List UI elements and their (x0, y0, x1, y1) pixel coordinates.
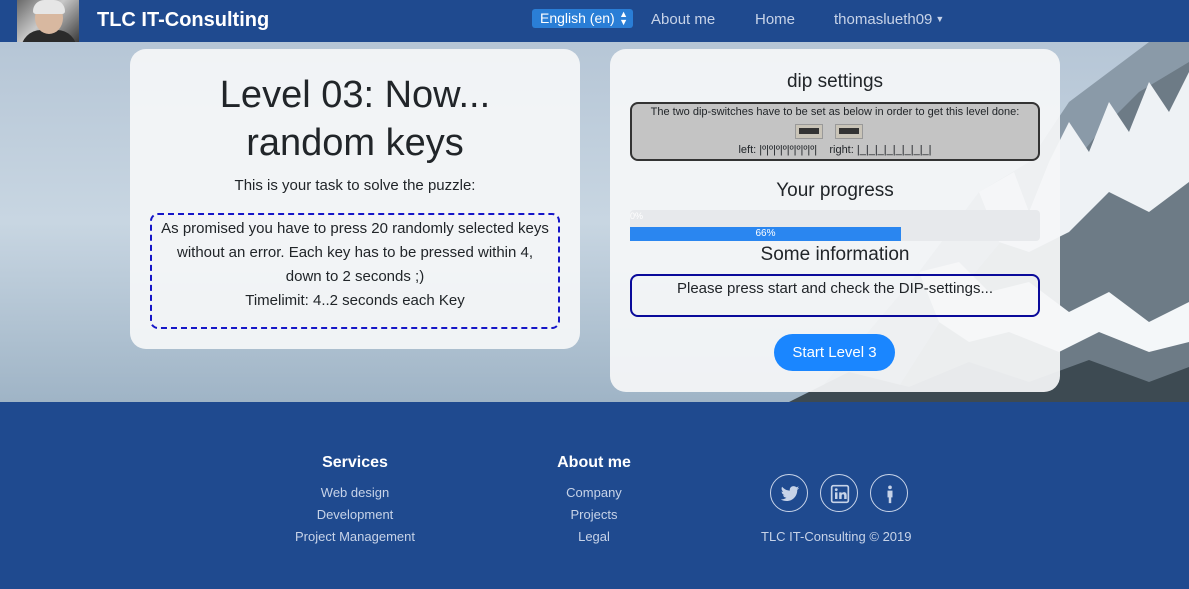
dip-values: left: |º|º|º|º|º|º|º|º| right: |_|_|_|_|… (632, 144, 1038, 156)
nav-link-home[interactable]: Home (755, 11, 795, 28)
profile-photo[interactable] (17, 0, 79, 42)
info-message-box: Please press start and check the DIP-set… (630, 274, 1040, 317)
user-menu[interactable]: thomaslueth09 ▼ (834, 11, 944, 28)
progress-title: Your progress (776, 180, 894, 201)
level-title: Level 03: Now... random keys (130, 71, 580, 167)
dip-switch-image-left (795, 124, 823, 139)
footer-link-web-design[interactable]: Web design (270, 482, 440, 504)
linkedin-icon (830, 484, 850, 504)
copyright: TLC IT-Consulting © 2019 (761, 529, 912, 544)
task-line: without an error. Each key has to be pre… (176, 244, 534, 261)
dip-right-label: right: (829, 144, 854, 156)
progress-small-label: 0% (630, 211, 644, 221)
caret-down-icon: ▼ (935, 14, 945, 24)
footer-link-projects[interactable]: Projects (534, 504, 654, 526)
dip-left-label: left: (738, 144, 757, 156)
task-line: As promised you have to press 20 randoml… (161, 220, 549, 237)
linkedin-button[interactable] (820, 474, 858, 512)
progress-bar: 66% (630, 227, 901, 241)
footer-services: Services Web design Development Project … (270, 454, 440, 548)
dip-left-value: |º|º|º|º|º|º|º|º| (759, 144, 818, 156)
task-label: This is your task to solve the puzzle: (234, 177, 476, 194)
level-title-line-2: random keys (246, 122, 464, 164)
task-line: Timelimit: 4..2 seconds each Key (245, 292, 465, 309)
task-line: down to 2 seconds ;) (285, 268, 425, 285)
twitter-button[interactable] (770, 474, 808, 512)
footer-link-project-management[interactable]: Project Management (270, 526, 440, 548)
select-arrows-icon: ▲ ▼ (619, 9, 628, 27)
user-menu-label: thomaslueth09 (834, 11, 933, 28)
language-select[interactable]: English (en) ▲ ▼ (532, 9, 633, 28)
level-card: Level 03: Now... random keys This is you… (130, 49, 580, 349)
level-title-line-1: Level 03: Now... (219, 74, 491, 116)
footer-link-development[interactable]: Development (270, 504, 440, 526)
dip-right-value: |_|_|_|_|_|_|_|_| (856, 144, 932, 156)
start-level-button[interactable]: Start Level 3 (774, 334, 895, 371)
dip-instruction: The two dip-switches have to be set as b… (650, 106, 1020, 118)
dip-switch-image-right (835, 124, 863, 139)
nav-link-about-me[interactable]: About me (651, 11, 715, 28)
footer-link-company[interactable]: Company (534, 482, 654, 504)
footer-about-heading: About me (557, 454, 631, 471)
language-select-value: English (en) (540, 10, 615, 26)
footer-services-heading: Services (322, 454, 388, 471)
footer-about: About me Company Projects Legal (534, 454, 654, 548)
profile-button[interactable] (870, 474, 908, 512)
twitter-icon (780, 486, 800, 501)
status-card: dip settings The two dip-switches have t… (610, 49, 1060, 392)
info-title: Some information (760, 244, 910, 265)
dip-settings-box: The two dip-switches have to be set as b… (630, 102, 1040, 161)
person-icon (887, 485, 893, 504)
brand-title[interactable]: TLC IT-Consulting (97, 9, 269, 32)
dip-settings-title: dip settings (786, 71, 884, 92)
footer: Services Web design Development Project … (0, 402, 1189, 589)
task-description-box: As promised you have to press 20 randoml… (150, 213, 560, 329)
navbar: TLC IT-Consulting English (en) ▲ ▼ About … (0, 0, 1189, 42)
footer-link-legal[interactable]: Legal (534, 526, 654, 548)
